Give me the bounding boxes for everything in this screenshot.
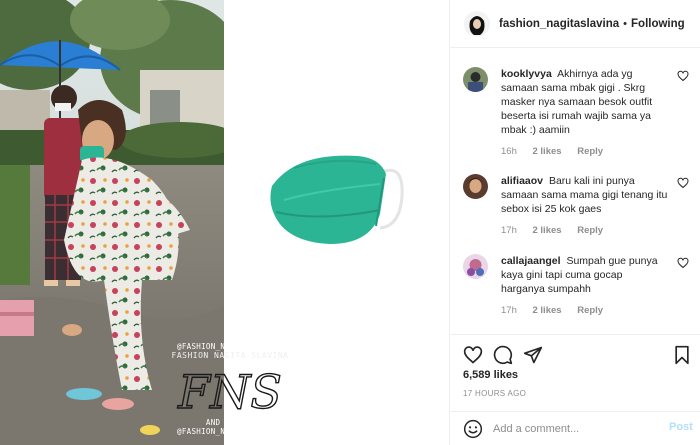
comment-likes[interactable]: 2 likes xyxy=(533,305,562,316)
reply-button[interactable]: Reply xyxy=(577,225,603,236)
comment-avatar[interactable] xyxy=(463,67,488,92)
heart-icon[interactable] xyxy=(677,257,689,269)
watermark: @FASHION_NAGITASLAVINA FASHION NAGITA SL… xyxy=(170,342,290,436)
heart-icon[interactable] xyxy=(677,70,689,82)
watermark-handle-top: @FASHION_NAGITASLAVINA xyxy=(177,342,283,351)
post-username[interactable]: fashion_nagitaslavina xyxy=(499,18,619,30)
share-icon[interactable] xyxy=(523,345,543,365)
comment-time: 17h xyxy=(501,305,517,316)
action-bar xyxy=(450,334,700,368)
likes-count[interactable]: 6,589 likes xyxy=(463,369,518,381)
comment-likes[interactable]: 2 likes xyxy=(533,146,562,157)
watermark-handle-bottom: @FASHION_NAGITASLAVINA xyxy=(177,427,283,436)
comment-icon[interactable] xyxy=(493,345,513,365)
comment-body: kooklyvya Akhirnya ada yg samaan sama mb… xyxy=(501,67,669,137)
comment-username[interactable]: callajaangel xyxy=(501,255,561,267)
post-sidebar: fashion_nagitaslavina • Following kookly… xyxy=(449,0,700,445)
post-media[interactable]: @FASHION_NAGITASLAVINA FASHION NAGITA SL… xyxy=(0,0,449,445)
watermark-logo: FNS xyxy=(176,364,282,418)
comment-username[interactable]: alifiaaov xyxy=(501,175,543,187)
comment-username[interactable]: kooklyvya xyxy=(501,68,552,80)
following-button[interactable]: Following xyxy=(631,18,685,30)
post-timestamp[interactable]: 17 HOURS AGO xyxy=(463,389,526,398)
emoji-icon[interactable] xyxy=(463,419,483,439)
watermark-logo-text: FNS xyxy=(177,365,282,418)
separator-dot: • xyxy=(623,17,628,30)
heart-icon[interactable] xyxy=(463,345,483,365)
heart-icon[interactable] xyxy=(677,177,689,189)
comment-input[interactable] xyxy=(493,420,653,438)
reply-button[interactable]: Reply xyxy=(577,146,603,157)
add-comment-bar: Post xyxy=(450,411,700,445)
comment-time: 16h xyxy=(501,146,517,157)
comment-likes[interactable]: 2 likes xyxy=(533,225,562,236)
comment-time: 17h xyxy=(501,225,517,236)
comment-meta: 17h 2 likes Reply xyxy=(501,305,616,316)
comment-avatar[interactable] xyxy=(463,174,488,199)
post-comment-button[interactable]: Post xyxy=(669,421,693,433)
avatar[interactable] xyxy=(464,10,490,37)
watermark-name: FASHION NAGITA SLAVINA xyxy=(171,351,289,360)
reply-button[interactable]: Reply xyxy=(577,305,603,316)
comment-meta: 16h 2 likes Reply xyxy=(501,146,616,157)
post-header: fashion_nagitaslavina • Following xyxy=(450,0,700,48)
comment-avatar[interactable] xyxy=(463,254,488,279)
comments-list[interactable]: kooklyvya Akhirnya ada yg samaan sama mb… xyxy=(450,48,700,334)
comment-meta: 17h 2 likes Reply xyxy=(501,225,616,236)
comment-body: alifiaaov Baru kali ini punya samaan sam… xyxy=(501,174,669,216)
watermark-tagline: AND FAMILY xyxy=(205,418,255,427)
bookmark-icon[interactable] xyxy=(672,345,692,365)
comment-body: callajaangel Sumpah gue punya kaya gini … xyxy=(501,254,669,296)
